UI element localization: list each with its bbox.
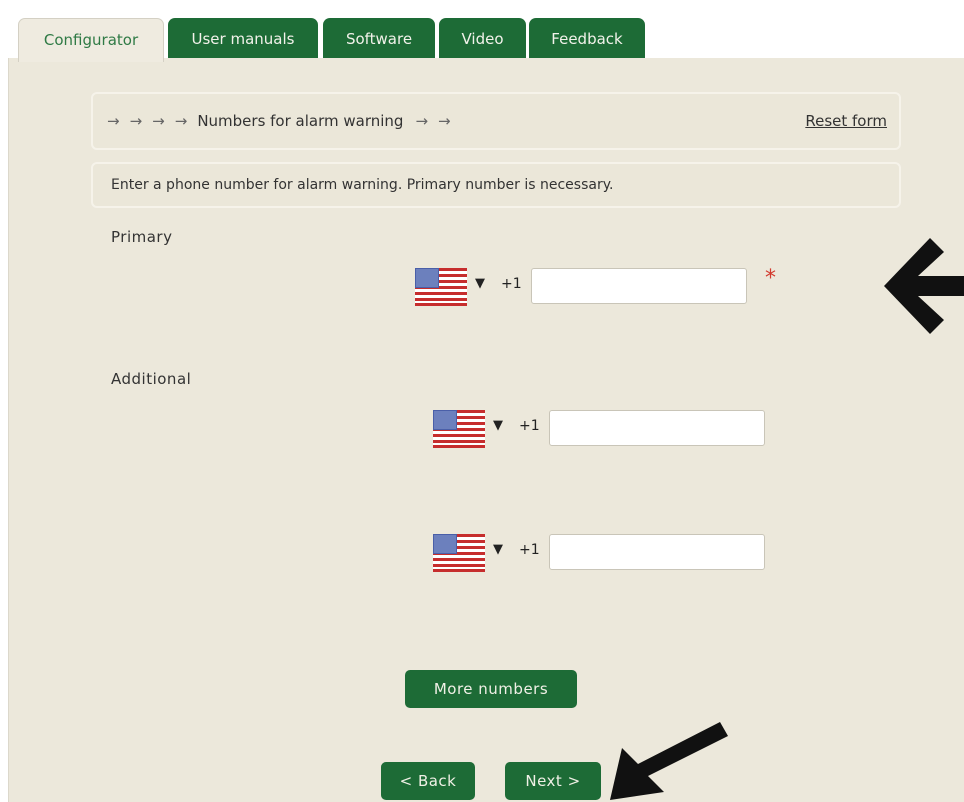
dial-code: +1 [519, 418, 540, 434]
step-arrow-icon: → [152, 112, 165, 130]
step-arrow-icon: → [415, 112, 429, 130]
us-flag-icon[interactable] [415, 268, 467, 306]
additional-phone-row: ▼ +1 [433, 410, 773, 450]
step-arrow-icon: → [438, 112, 451, 130]
step-arrow-icon: → [129, 112, 143, 130]
info-box: Enter a phone number for alarm warning. … [91, 162, 901, 208]
primary-label: Primary [111, 228, 173, 246]
annotation-arrow-icon [884, 238, 964, 334]
tab-configurator[interactable]: Configurator [18, 18, 164, 62]
back-button[interactable]: < Back [381, 762, 475, 800]
step-arrow-icon: → [174, 112, 188, 130]
step-arrow-icon: → [107, 112, 120, 130]
dial-code: +1 [519, 542, 540, 558]
step-indicator: → → → → Numbers for alarm warning → → [107, 112, 461, 130]
more-numbers-button[interactable]: More numbers [405, 670, 577, 708]
dial-code: +1 [501, 276, 522, 292]
tab-feedback[interactable]: Feedback [529, 18, 645, 60]
primary-phone-row: ▼ +1 * [415, 266, 795, 308]
country-dropdown-icon[interactable]: ▼ [475, 276, 485, 291]
tab-bar: Configurator User manuals Software Video… [8, 10, 964, 62]
tab-software[interactable]: Software [323, 18, 435, 60]
primary-phone-input[interactable] [531, 268, 747, 304]
additional-phone-input[interactable] [549, 410, 765, 446]
tab-user-manuals[interactable]: User manuals [168, 18, 318, 60]
next-button[interactable]: Next > [505, 762, 601, 800]
required-marker: * [765, 266, 776, 291]
configurator-panel: → → → → Numbers for alarm warning → → Reset fo… [8, 58, 964, 802]
annotation-arrow-icon [610, 722, 728, 800]
progress-bar: → → → → Numbers for alarm warning → → Reset fo… [91, 92, 901, 150]
tab-video[interactable]: Video [439, 18, 526, 60]
additional-phone-row: ▼ +1 [433, 534, 773, 574]
additional-label: Additional [111, 370, 192, 388]
info-text: Enter a phone number for alarm warning. … [111, 177, 614, 193]
additional-phone-input[interactable] [549, 534, 765, 570]
current-step-label: Numbers for alarm warning [197, 112, 404, 130]
country-dropdown-icon[interactable]: ▼ [493, 418, 503, 433]
country-dropdown-icon[interactable]: ▼ [493, 542, 503, 557]
us-flag-icon[interactable] [433, 410, 485, 448]
reset-form-link[interactable]: Reset form [805, 112, 887, 130]
us-flag-icon[interactable] [433, 534, 485, 572]
